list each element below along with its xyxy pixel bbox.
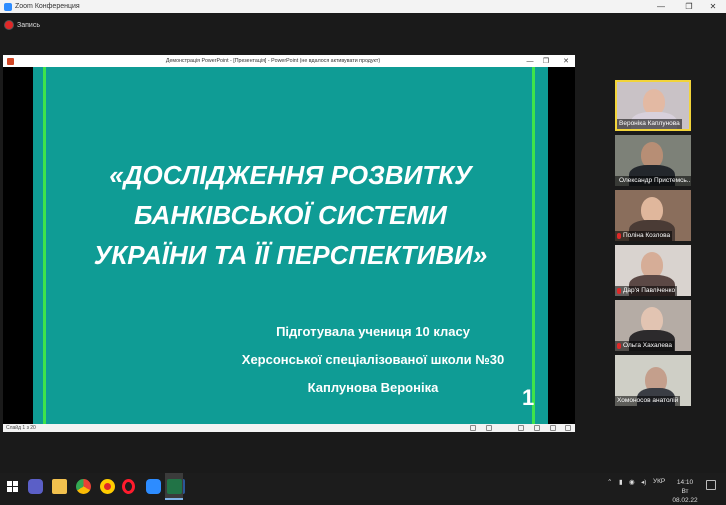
slide-title: «ДОСЛІДЖЕННЯ РОЗВИТКУ БАНКІВСЬКОЇ СИСТЕМ… (33, 155, 548, 275)
participant-tile[interactable]: Дар'я Павліченко (615, 245, 691, 296)
normal-view-icon[interactable] (518, 425, 524, 431)
slideshow-icon[interactable] (565, 425, 571, 431)
slide-author-line: Херсонської спеціалізованої школи №30 (241, 352, 505, 367)
clock-date: Вт 08.02.22 (672, 488, 698, 504)
battery-icon[interactable]: ▮ (619, 478, 623, 486)
participant-tile[interactable]: Поліна Козлова (615, 190, 691, 241)
windows-start-icon[interactable] (7, 481, 18, 492)
muted-mic-icon (617, 233, 621, 239)
slide-counter: Слайд 1 з 20 (6, 425, 36, 431)
participant-tile[interactable]: Олександр Пристемсь... (615, 135, 691, 186)
slide-number: 1 (522, 385, 535, 410)
slide-title-line: УКРАЇНИ ТА ЇЇ ПЕРСПЕКТИВИ» (93, 240, 488, 270)
maximize-button[interactable]: ❐ (676, 0, 702, 13)
participant-name: Дар'я Павліченко (615, 286, 678, 296)
ppt-close-button[interactable]: ✕ (559, 55, 573, 67)
chrome-icon[interactable] (76, 479, 91, 494)
excel-icon[interactable] (167, 479, 182, 494)
recording-label: Запись (17, 21, 40, 29)
recording-bar: Запись (0, 13, 726, 39)
input-language[interactable]: УКР (653, 478, 665, 485)
zoom-app-icon (4, 2, 12, 11)
clock[interactable]: 14:10 Вт 08.02.22 (670, 478, 700, 505)
record-dot-icon (5, 21, 13, 29)
participant-name: Олександр Пристемсь... (615, 176, 691, 186)
participant-name: Хомоносов анатолій (615, 396, 681, 406)
muted-mic-icon (617, 288, 621, 294)
close-button[interactable]: ✕ (700, 0, 726, 13)
zoom-icon[interactable] (146, 479, 161, 494)
participant-tile[interactable]: Вероніка Каплунова (615, 80, 691, 131)
yandex-icon-dot (104, 483, 111, 490)
powerpoint-window-title: Демонстрація PowerPoint - [Презентація] … (165, 58, 381, 64)
minimize-button[interactable]: — (648, 0, 674, 13)
taskbar: ⌃ ▮ ◉ ◂) УКР 14:10 Вт 08.02.22 (0, 473, 726, 504)
notes-icon[interactable] (470, 425, 476, 431)
slide-title-line: БАНКІВСЬКОЇ СИСТЕМИ (134, 200, 447, 230)
zoom-window-title: Zoom Конференция (15, 3, 80, 10)
powerpoint-statusbar: Слайд 1 з 20 (3, 424, 575, 432)
powerpoint-window: Демонстрація PowerPoint - [Презентація] … (3, 55, 575, 432)
participant-name: Вероніка Каплунова (617, 119, 682, 129)
ppt-minimize-button[interactable]: — (523, 55, 537, 67)
participant-tile[interactable]: Ольга Хахалева (615, 300, 691, 351)
network-icon[interactable]: ◉ (629, 478, 635, 486)
slide-author-line: Підготувала учениця 10 класу (276, 324, 470, 339)
powerpoint-titlebar: Демонстрація PowerPoint - [Презентація] … (3, 55, 575, 67)
zoom-titlebar: Zoom Конференция — ❐ ✕ (0, 0, 726, 13)
slide-sorter-icon[interactable] (534, 425, 540, 431)
slide-author-line: Каплунова Вероніка (307, 380, 439, 395)
muted-mic-icon (617, 343, 621, 349)
slide-author-block: Підготувала учениця 10 класу Херсонської… (213, 318, 533, 402)
participant-name: Ольга Хахалева (615, 341, 674, 351)
slide[interactable]: «ДОСЛІДЖЕННЯ РОЗВИТКУ БАНКІВСЬКОЇ СИСТЕМ… (33, 67, 548, 424)
recording-indicator[interactable]: Запись (5, 21, 40, 29)
volume-icon[interactable]: ◂) (641, 478, 646, 486)
comments-icon[interactable] (486, 425, 492, 431)
tray-chevron-icon[interactable]: ⌃ (607, 478, 612, 486)
participant-name: Поліна Козлова (615, 231, 673, 241)
slide-title-line: «ДОСЛІДЖЕННЯ РОЗВИТКУ (109, 160, 472, 190)
file-explorer-icon[interactable] (52, 479, 67, 494)
clock-time: 14:10 (676, 479, 694, 486)
participant-tile[interactable]: Хомоносов анатолій (615, 355, 691, 406)
reading-view-icon[interactable] (550, 425, 556, 431)
opera-icon[interactable] (122, 479, 135, 494)
notifications-icon[interactable] (706, 480, 716, 490)
ppt-maximize-button[interactable]: ❐ (539, 55, 553, 67)
teams-icon[interactable] (28, 479, 43, 494)
